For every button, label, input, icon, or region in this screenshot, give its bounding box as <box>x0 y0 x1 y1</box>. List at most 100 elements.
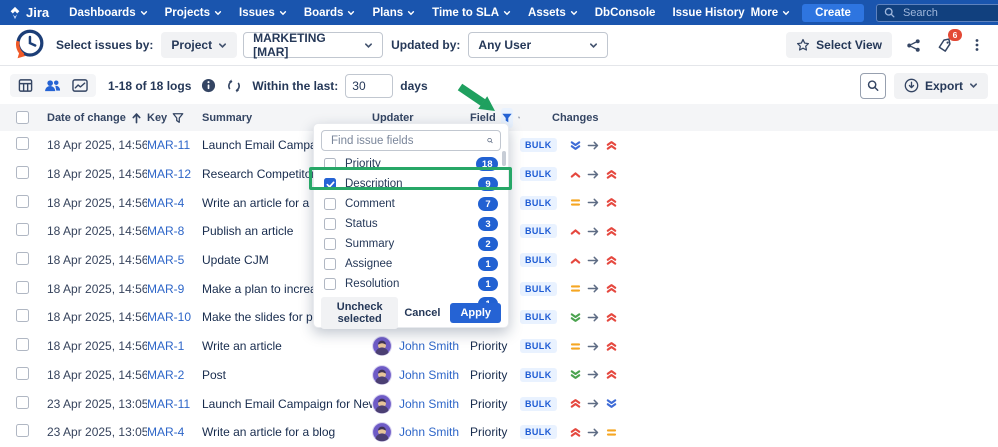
field-filter-item-assignee[interactable]: Assignee1 <box>314 254 508 274</box>
nav-item-issues[interactable]: Issues <box>239 7 287 19</box>
select-mode-dropdown[interactable]: Project <box>161 32 237 58</box>
top-navbar: Jira Dashboards Projects Issues Boards Plans… <box>0 0 998 25</box>
project-value: MARKETING [MAR] <box>253 31 364 59</box>
field-checkbox[interactable] <box>324 238 336 250</box>
header-key[interactable]: Key <box>147 112 202 124</box>
row-checkbox[interactable] <box>16 166 29 179</box>
users-view-button[interactable] <box>44 78 61 93</box>
updated-by-dropdown[interactable]: Any User <box>468 32 608 58</box>
project-dropdown[interactable]: MARKETING [MAR] <box>243 32 383 58</box>
search-input[interactable] <box>901 6 998 20</box>
field-checkbox[interactable] <box>324 258 336 270</box>
field-filter-item-summary[interactable]: Summary2 <box>314 234 508 254</box>
issue-key-link[interactable]: MAR-2 <box>147 368 184 382</box>
field-filter-popup: Priority18Description9Comment7Status3Sum… <box>313 123 509 328</box>
field-filter-item-priority[interactable]: Priority18 <box>314 154 508 174</box>
field-checkbox[interactable] <box>324 178 336 190</box>
share-icon[interactable] <box>902 34 924 56</box>
popup-search[interactable] <box>321 130 501 151</box>
row-checkbox[interactable] <box>16 338 29 351</box>
cancel-button[interactable]: Cancel <box>398 303 446 323</box>
row-checkbox[interactable] <box>16 137 29 150</box>
row-checkbox[interactable] <box>16 396 29 409</box>
nav-search[interactable] <box>876 4 998 22</box>
more-options-icon[interactable] <box>966 34 988 56</box>
table-search-button[interactable] <box>860 73 886 99</box>
chevron-down-icon <box>969 81 978 90</box>
updater-link[interactable]: John Smith <box>399 425 459 439</box>
change-arrow-icon <box>587 368 600 381</box>
field-filter-item-resolution[interactable]: Resolution1 <box>314 274 508 294</box>
export-button[interactable]: Export <box>894 73 988 99</box>
whats-new-tag-icon[interactable]: 6 <box>934 34 956 56</box>
table-view-button[interactable] <box>18 78 33 93</box>
nav-item-issue-history[interactable]: Issue History <box>672 7 744 19</box>
issue-key-link[interactable]: MAR-4 <box>147 425 184 439</box>
updater-link[interactable]: John Smith <box>399 368 459 382</box>
header-date[interactable]: Date of change <box>47 112 147 124</box>
chevron-down-icon <box>214 9 222 17</box>
header-changes[interactable]: Changes <box>520 112 998 124</box>
issue-key-link[interactable]: MAR-10 <box>147 310 191 324</box>
avatar <box>372 365 392 385</box>
field-checkbox[interactable] <box>324 198 336 210</box>
field-checkbox[interactable] <box>324 218 336 230</box>
filter-outline-icon[interactable] <box>172 112 184 124</box>
priority-high-icon <box>569 225 582 238</box>
row-checkbox[interactable] <box>16 281 29 294</box>
issue-key-link[interactable]: MAR-4 <box>147 196 184 210</box>
row-checkbox[interactable] <box>16 309 29 322</box>
jira-logo[interactable]: Jira <box>8 5 49 20</box>
issue-key-link[interactable]: MAR-11 <box>147 138 190 152</box>
field-filter-item-comment[interactable]: Comment7 <box>314 194 508 214</box>
row-checkbox[interactable] <box>16 223 29 236</box>
header-updater-label: Updater <box>372 112 414 124</box>
row-checkbox[interactable] <box>16 424 29 437</box>
select-view-button[interactable]: Select View <box>786 32 892 58</box>
issue-key-link[interactable]: MAR-11 <box>147 397 190 411</box>
row-checkbox[interactable] <box>16 195 29 208</box>
issue-key-link[interactable]: MAR-9 <box>147 282 184 296</box>
updater-link[interactable]: John Smith <box>399 339 459 353</box>
find-fields-input[interactable] <box>329 134 487 148</box>
changes-cell: BULK <box>520 282 998 296</box>
chart-view-button[interactable] <box>72 78 88 93</box>
updater-link[interactable]: John Smith <box>399 397 459 411</box>
field-checkbox[interactable] <box>324 278 336 290</box>
issue-key-link[interactable]: MAR-5 <box>147 253 184 267</box>
field-filter-item-status[interactable]: Status3 <box>314 214 508 234</box>
field-filter-item-description[interactable]: Description9 <box>314 174 508 194</box>
nav-menu: Dashboards Projects Issues Boards Plans Time … <box>69 7 745 19</box>
header-summary-label: Summary <box>202 112 252 124</box>
updated-by-value: Any User <box>478 38 531 52</box>
days-input[interactable] <box>345 74 393 98</box>
nav-item-plans[interactable]: Plans <box>372 7 415 19</box>
nav-item-projects[interactable]: Projects <box>165 7 222 19</box>
field-checkbox[interactable] <box>324 158 336 170</box>
scrollbar-thumb[interactable] <box>502 151 506 166</box>
header-summary[interactable]: Summary <box>202 112 372 124</box>
date-cell: 18 Apr 2025, 14:56 <box>47 282 147 296</box>
nav-item-boards[interactable]: Boards <box>304 7 356 19</box>
row-checkbox[interactable] <box>16 252 29 265</box>
field-count-badge: 1 <box>478 257 498 271</box>
nav-item-dbconsole[interactable]: DbConsole <box>595 7 656 19</box>
nav-item-time-to-sla[interactable]: Time to SLA <box>432 7 511 19</box>
select-all-checkbox[interactable] <box>16 111 29 124</box>
issue-key-link[interactable]: MAR-12 <box>147 167 191 181</box>
uncheck-selected-button[interactable]: Uncheck selected <box>321 297 398 329</box>
header-updater[interactable]: Updater <box>372 112 470 124</box>
info-icon[interactable] <box>201 78 216 93</box>
create-button[interactable]: Create <box>802 4 864 22</box>
issue-key-link[interactable]: MAR-8 <box>147 224 184 238</box>
nav-item-dashboards[interactable]: Dashboards <box>69 7 147 19</box>
row-checkbox[interactable] <box>16 367 29 380</box>
refresh-icon[interactable] <box>226 78 242 94</box>
nav-item-label: Assets <box>528 7 566 19</box>
issue-key-link[interactable]: MAR-1 <box>147 339 184 353</box>
nav-item-assets[interactable]: Assets <box>528 7 578 19</box>
nav-item-more[interactable]: More <box>751 7 790 19</box>
apply-button[interactable]: Apply <box>450 303 501 323</box>
star-icon <box>796 38 810 52</box>
priority-highest-icon <box>605 311 618 324</box>
